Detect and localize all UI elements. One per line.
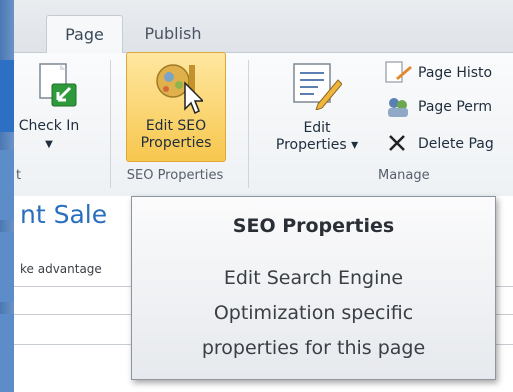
left-group-label: t bbox=[16, 168, 22, 183]
delete-icon bbox=[389, 135, 405, 151]
page-history-label: Page Histo bbox=[418, 65, 493, 81]
tooltip-line-2: Optimization specific bbox=[213, 302, 414, 324]
seo-properties-tooltip: SEO Properties Edit Search Engine Optimi… bbox=[131, 196, 496, 380]
page-permissions-button[interactable]: Page Perm bbox=[384, 94, 492, 120]
tab-page-label: Page bbox=[65, 25, 104, 44]
page-history-icon bbox=[385, 61, 412, 83]
page-permissions-label: Page Perm bbox=[418, 99, 493, 115]
delete-page-button[interactable]: Delete Pag bbox=[384, 132, 494, 156]
tab-publish[interactable]: Publish bbox=[132, 15, 214, 52]
seo-group-label: SEO Properties bbox=[126, 168, 224, 183]
tooltip-title: SEO Properties bbox=[232, 215, 395, 237]
edit-properties-button[interactable]: Edit Properties ▾ bbox=[262, 56, 372, 160]
tab-publish-label: Publish bbox=[144, 24, 202, 43]
check-in-label: Check In bbox=[18, 118, 80, 134]
check-in-button[interactable]: Check In ▼ bbox=[14, 56, 98, 160]
manage-group-label: Manage bbox=[378, 168, 430, 183]
tooltip-line-3: properties for this page bbox=[201, 337, 426, 359]
tab-page[interactable]: Page bbox=[46, 15, 123, 53]
page-permissions-icon bbox=[388, 98, 408, 117]
chevron-down-icon: ▼ bbox=[45, 139, 53, 150]
check-in-icon bbox=[39, 63, 77, 107]
tooltip-line-1: Edit Search Engine bbox=[223, 267, 404, 289]
group-separator bbox=[248, 60, 249, 188]
seo-button-label-line1: Edit SEO bbox=[145, 118, 207, 134]
page-body-fragment: ke advantage bbox=[20, 262, 102, 276]
delete-page-label: Delete Pag bbox=[418, 136, 494, 152]
edit-seo-properties-button[interactable]: Edit SEO Properties bbox=[126, 52, 226, 162]
seo-button-label-line2: Properties bbox=[140, 135, 212, 151]
edit-properties-icon bbox=[293, 63, 342, 110]
edit-properties-label-line2: Properties ▾ bbox=[275, 137, 359, 153]
ribbon-tab-bar: Page Publish bbox=[14, 0, 513, 53]
page-history-button[interactable]: Page Histo bbox=[384, 60, 492, 86]
page-heading-fragment: nt Sale bbox=[20, 200, 108, 229]
edit-properties-label-line1: Edit bbox=[303, 120, 331, 136]
seo-properties-icon bbox=[156, 64, 203, 115]
